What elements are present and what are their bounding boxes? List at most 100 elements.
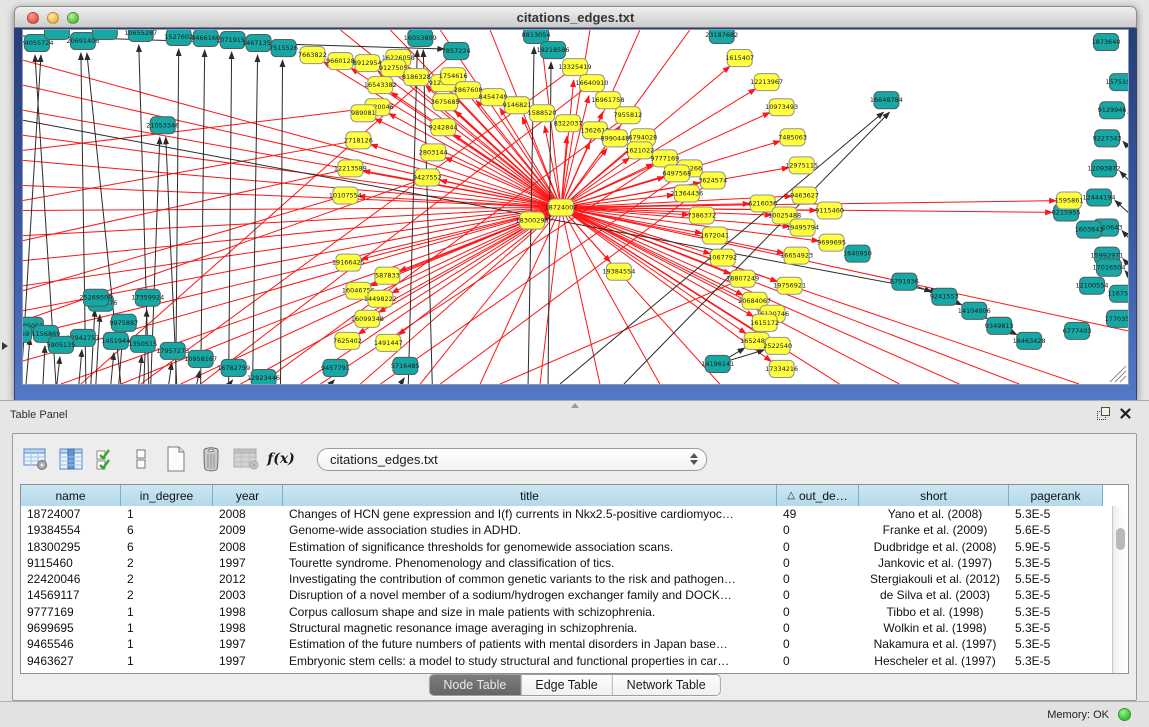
table-cell: 2009 (213, 522, 283, 538)
table-cell: Tourette syndrome. Phenomenology and cla… (283, 555, 777, 571)
graph-node-label: 19166425 (332, 259, 365, 267)
table-row[interactable]: 1938455462009Genome-wide association stu… (21, 522, 1112, 538)
graph-edge-black[interactable] (43, 346, 45, 384)
column-header-out_de[interactable]: △out_de… (777, 485, 859, 506)
graph-node-label: 1672041 (700, 232, 729, 240)
table-cell: de Silva et al. (2003) (859, 587, 1009, 603)
column-header-in_degree[interactable]: in_degree (121, 485, 213, 506)
graph-edge-red[interactable] (300, 208, 561, 384)
network-window: citations_edges.txt 24055724206914061065… (14, 6, 1137, 400)
table-cell: 2012 (213, 571, 283, 587)
graph-node-label: 12213589 (334, 164, 367, 172)
resize-grip-icon[interactable] (1115, 371, 1126, 382)
table-row[interactable]: 2242004622012Investigating the contribut… (21, 571, 1112, 587)
graph-edge-black[interactable] (176, 49, 179, 384)
table-cell: 5.5E-5 (1009, 571, 1103, 587)
graph-node-label: 10958167 (184, 355, 217, 363)
graph-edge-red[interactable] (420, 208, 561, 384)
table-cell: Wolkin et al. (1998) (859, 620, 1009, 636)
tab-network-table[interactable]: Network Table (613, 675, 720, 695)
new-column-button[interactable] (163, 444, 189, 474)
table-row[interactable]: 946362711997Embryonic stem cells: a mode… (21, 653, 1112, 669)
graph-node-label: 17334216 (765, 365, 798, 373)
graph-edge-black[interactable] (330, 380, 334, 384)
table-row[interactable]: 969969511998Structural magnetic resonanc… (21, 620, 1112, 636)
column-header-short[interactable]: short (859, 485, 1009, 506)
table-selector-value: citations_edges.txt (330, 452, 690, 467)
panel-collapse-arrow-icon[interactable] (2, 342, 8, 350)
graph-edge-black[interactable] (57, 357, 60, 384)
graph-edge-red[interactable] (561, 208, 600, 384)
table-row[interactable]: 911546021997Tourette syndrome. Phenomeno… (21, 555, 1112, 571)
graph-edge-red[interactable] (23, 107, 377, 150)
graph-edge-red[interactable] (23, 208, 561, 336)
network-canvas[interactable]: 2405572420691406106552871527602846616010… (23, 30, 1128, 384)
close-panel-button[interactable] (1120, 408, 1131, 419)
graph-edge-red[interactable] (23, 160, 561, 207)
graph-node-label: 14196141 (701, 360, 734, 368)
graph-edge-black[interactable] (169, 363, 172, 384)
tab-edge-table[interactable]: Edge Table (521, 675, 612, 695)
table-cell: 9115460 (21, 555, 121, 571)
table-mode-button[interactable] (23, 444, 49, 474)
graph-edge-black[interactable] (253, 55, 258, 384)
table-cell: Structural magnetic resonance image aver… (283, 620, 777, 636)
graph-edge-black[interactable] (26, 338, 30, 384)
graph-edge-black[interactable] (1120, 171, 1128, 210)
table-row[interactable]: 1456911722003Disruption of a novel membe… (21, 587, 1112, 603)
resize-grip-icon[interactable] (1120, 376, 1126, 382)
graph-node-label: 3675685 (431, 98, 460, 106)
column-visibility-button[interactable] (58, 444, 84, 474)
graph-edge-black[interactable] (400, 378, 404, 384)
graph-node-label: 8454749 (479, 93, 508, 101)
graph-node-label: 8215955 (1052, 209, 1081, 217)
column-header-pagerank[interactable]: pagerank (1009, 485, 1103, 506)
column-header-name[interactable]: name (21, 485, 121, 506)
graph-edge-red[interactable] (23, 168, 350, 240)
graph-node-label: 16654923 (780, 252, 813, 260)
graph-edge-black[interactable] (79, 350, 82, 384)
graph-node-label: 8322037 (554, 119, 583, 127)
row-selection-button[interactable] (93, 444, 119, 474)
graph-edge-red[interactable] (23, 208, 561, 211)
function-builder-button[interactable]: f(x) (268, 444, 294, 474)
tab-node-table[interactable]: Node Table (429, 675, 521, 695)
splitter-handle-icon[interactable] (571, 403, 579, 408)
graph-node-label: 6791936 (890, 278, 919, 286)
table-cell: 19384554 (21, 522, 121, 538)
graph-edge-black[interactable] (197, 371, 200, 384)
column-header-title[interactable]: title (283, 485, 777, 506)
graph-edge-red[interactable] (23, 140, 358, 200)
graph-node-label: 10107554 (329, 191, 362, 199)
table-cell: Yano et al. (2008) (859, 506, 1009, 522)
graph-node[interactable] (92, 30, 117, 40)
graph-edge-black[interactable] (229, 52, 232, 384)
window-titlebar[interactable]: citations_edges.txt (14, 6, 1137, 28)
table-row[interactable]: 1830029562008Estimation of significance … (21, 539, 1112, 555)
graph-node[interactable] (44, 30, 69, 40)
delete-column-button[interactable] (198, 444, 224, 474)
graph-edge-black[interactable] (96, 315, 100, 384)
network-view-frame: 2405572420691406106552871527602846616010… (14, 28, 1137, 400)
vertical-scrollbar[interactable] (1112, 506, 1128, 673)
graph-node-label: 18724007 (545, 203, 578, 211)
graph-edge-red[interactable] (561, 208, 899, 384)
graph-node-label: 21364436 (670, 189, 703, 197)
graph-node-label: 9463627 (790, 191, 819, 199)
table-row[interactable]: 946554611997Estimation of the future num… (21, 636, 1112, 652)
dropdown-stepper-icon (690, 453, 698, 465)
table-row[interactable]: 977716911998Corpus callosum shape and si… (21, 604, 1112, 620)
table-selector-dropdown[interactable]: citations_edges.txt (317, 448, 707, 471)
checkbox-list-button[interactable] (128, 444, 154, 474)
graph-node-label: 8186328 (402, 73, 431, 81)
graph-edge-black[interactable] (230, 380, 233, 384)
graph-edge-black[interactable] (139, 356, 142, 384)
graph-edge-black[interactable] (408, 50, 417, 384)
graph-node-label: 19218586 (537, 46, 570, 54)
column-header-year[interactable]: year (213, 485, 283, 506)
table-row[interactable]: 1872400712008Changes of HCN gene express… (21, 506, 1112, 522)
graph-node-label: 1527602 (164, 33, 193, 41)
graph-node-label: 12213967 (750, 78, 783, 86)
float-panel-button[interactable] (1097, 407, 1110, 420)
scrollbar-thumb[interactable] (1116, 528, 1125, 550)
